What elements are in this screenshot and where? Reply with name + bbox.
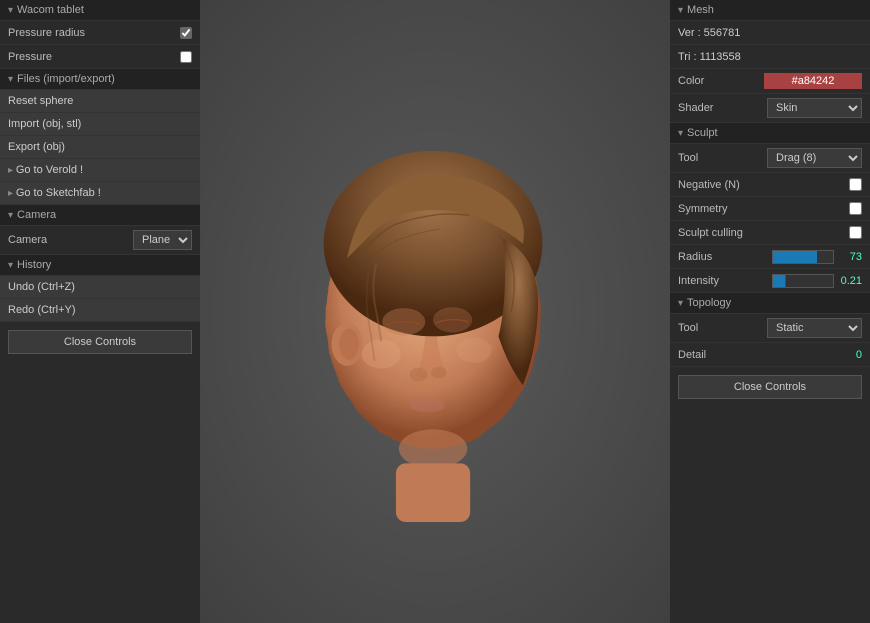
- intensity-value: 0.21: [838, 275, 862, 287]
- undo-button[interactable]: Undo (Ctrl+Z): [0, 276, 200, 299]
- detail-label: Detail: [678, 349, 834, 361]
- mesh-section-header: Mesh: [670, 0, 870, 21]
- topology-tool-select[interactable]: Static Dynamic Adaptive: [767, 318, 862, 338]
- topology-tool-row: Tool Static Dynamic Adaptive: [670, 314, 870, 343]
- sculpt-culling-checkbox[interactable]: [849, 226, 862, 239]
- tool-label: Tool: [678, 152, 763, 164]
- go-to-verold-button[interactable]: Go to Verold !: [0, 159, 200, 182]
- right-close-controls-button[interactable]: Close Controls: [678, 375, 862, 399]
- tool-row: Tool Drag (8) Smooth Inflate Flatten Pin…: [670, 144, 870, 173]
- shader-row: Shader Skin Matcap Normal: [670, 94, 870, 123]
- symmetry-label: Symmetry: [678, 203, 845, 215]
- radius-value: 73: [838, 251, 862, 263]
- shader-select[interactable]: Skin Matcap Normal: [767, 98, 862, 118]
- radius-label: Radius: [678, 251, 768, 263]
- camera-label: Camera: [8, 234, 125, 246]
- color-swatch-button[interactable]: #a84242: [764, 73, 862, 89]
- symmetry-checkbox[interactable]: [849, 202, 862, 215]
- intensity-slider-container: 0.21: [772, 274, 862, 288]
- negative-checkbox[interactable]: [849, 178, 862, 191]
- export-obj-button[interactable]: Export (obj): [0, 136, 200, 159]
- sculpt-culling-row: Sculpt culling: [670, 221, 870, 245]
- radius-slider[interactable]: [772, 250, 834, 264]
- viewport[interactable]: [200, 0, 670, 623]
- topology-tool-label: Tool: [678, 322, 763, 334]
- pressure-label: Pressure: [8, 51, 180, 63]
- color-row: Color #a84242: [670, 69, 870, 94]
- symmetry-row: Symmetry: [670, 197, 870, 221]
- color-label: Color: [678, 75, 760, 87]
- reset-sphere-button[interactable]: Reset sphere: [0, 90, 200, 113]
- intensity-row: Intensity 0.21: [670, 269, 870, 293]
- right-panel: Mesh Ver : 556781 Tri : 1113558 Color #a…: [670, 0, 870, 623]
- tool-select[interactable]: Drag (8) Smooth Inflate Flatten Pinch Cr…: [767, 148, 862, 168]
- tri-value: Tri : 1113558: [678, 51, 741, 63]
- camera-header: Camera: [0, 205, 200, 226]
- pressure-checkbox[interactable]: [180, 51, 192, 63]
- sculpt-culling-label: Sculpt culling: [678, 227, 845, 239]
- head-model: [285, 102, 585, 522]
- left-panel: Wacom tablet Pressure radius Pressure Fi…: [0, 0, 200, 623]
- intensity-slider[interactable]: [772, 274, 834, 288]
- pressure-radius-row: Pressure radius: [0, 21, 200, 45]
- files-header: Files (import/export): [0, 69, 200, 90]
- go-to-sketchfab-button[interactable]: Go to Sketchfab !: [0, 182, 200, 205]
- left-close-controls-button[interactable]: Close Controls: [8, 330, 192, 354]
- topology-section-header: Topology: [670, 293, 870, 314]
- detail-row: Detail 0: [670, 343, 870, 367]
- import-obj-button[interactable]: Import (obj, stl): [0, 113, 200, 136]
- sculpt-section-header: Sculpt: [670, 123, 870, 144]
- camera-select[interactable]: Plane Orbit Free: [133, 230, 192, 250]
- pressure-radius-checkbox[interactable]: [180, 27, 192, 39]
- redo-button[interactable]: Redo (Ctrl+Y): [0, 299, 200, 322]
- camera-row: Camera Plane Orbit Free: [0, 226, 200, 255]
- tri-row: Tri : 1113558: [670, 45, 870, 69]
- radius-slider-container: 73: [772, 250, 862, 264]
- negative-label: Negative (N): [678, 179, 845, 191]
- history-header: History: [0, 255, 200, 276]
- shader-label: Shader: [678, 102, 763, 114]
- pressure-row: Pressure: [0, 45, 200, 69]
- radius-row: Radius 73: [670, 245, 870, 269]
- ver-row: Ver : 556781: [670, 21, 870, 45]
- negative-row: Negative (N): [670, 173, 870, 197]
- ver-value: Ver : 556781: [678, 27, 740, 39]
- detail-value: 0: [838, 349, 862, 361]
- intensity-label: Intensity: [678, 275, 768, 287]
- pressure-radius-label: Pressure radius: [8, 27, 180, 39]
- wacom-tablet-header: Wacom tablet: [0, 0, 200, 21]
